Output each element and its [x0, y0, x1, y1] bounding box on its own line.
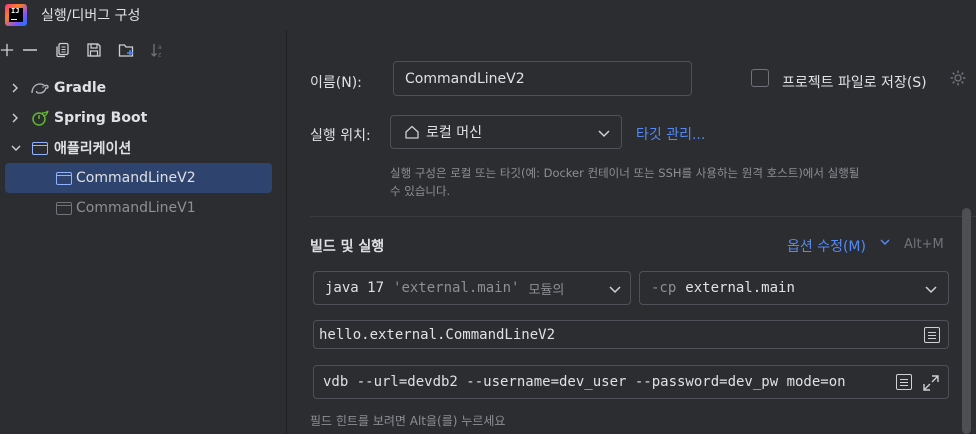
expand-icon[interactable] — [922, 374, 940, 392]
tree-item-commandlinev1[interactable]: CommandLineV1 — [5, 193, 272, 223]
intellij-logo-icon: IJ — [5, 4, 27, 26]
spring-boot-icon — [30, 109, 50, 127]
run-on-label: 실행 위치: — [310, 128, 371, 144]
gear-icon[interactable] — [949, 69, 967, 87]
configuration-editor: 이름(N): CommandLineV2 프로젝트 파일로 저장(S) 실행 위… — [288, 30, 976, 434]
jdk-module: 'external.main' — [393, 280, 520, 296]
chevron-down-icon — [597, 126, 611, 144]
remove-icon[interactable] — [14, 36, 46, 64]
build-and-run-title: 빌드 및 실행 — [310, 239, 385, 255]
classpath-dropdown[interactable]: -cp external.main — [639, 271, 949, 305]
run-on-hint-line1: 실행 구성은 로컬 또는 타깃(예: Docker 컨테이너 또는 SSH를 사… — [390, 166, 860, 180]
tree-group-label: Spring Boot — [54, 110, 148, 126]
insert-macro-icon[interactable] — [892, 374, 912, 390]
jdk-suffix: 모듈의 — [528, 282, 565, 298]
modify-options-link[interactable]: 옵션 수정(M) — [787, 236, 866, 256]
chevron-right-icon[interactable] — [10, 112, 22, 124]
sort-alpha-icon[interactable]: az — [142, 36, 174, 64]
field-hint-text: 필드 힌트를 보려면 Alt을(를) 누르세요 — [310, 414, 506, 428]
program-arguments-input[interactable]: vdb --url=devdb2 --username=dev_user --p… — [313, 365, 949, 399]
chevron-down-icon[interactable] — [879, 236, 891, 252]
store-as-project-file-checkbox[interactable] — [751, 69, 769, 87]
program-arguments-value: vdb --url=devdb2 --username=dev_user --p… — [323, 374, 846, 390]
application-config-icon — [54, 169, 74, 187]
name-input[interactable]: CommandLineV2 — [393, 61, 692, 96]
tree-group-gradle[interactable]: Gradle — [0, 73, 286, 103]
copy-icon[interactable] — [46, 36, 78, 64]
jdk-keyword: java 17 — [325, 280, 385, 296]
tree-group-application[interactable]: 애플리케이션 — [0, 133, 286, 163]
jdk-dropdown[interactable]: java 17 'external.main' 모듈의 — [313, 271, 631, 305]
vertical-scrollbar[interactable] — [962, 208, 971, 434]
name-label: 이름(N): — [310, 75, 362, 91]
browse-document-icon[interactable] — [924, 327, 940, 343]
run-on-value: 로컬 머신 — [426, 125, 482, 141]
chevron-down-icon — [924, 282, 938, 300]
tree-group-spring-boot[interactable]: Spring Boot — [0, 103, 286, 133]
tree-group-label: Gradle — [54, 80, 107, 96]
chevron-down-icon[interactable] — [10, 142, 22, 154]
application-config-icon — [54, 199, 74, 217]
svg-text:z: z — [158, 52, 161, 59]
gradle-icon — [30, 79, 50, 97]
window-title: 실행/디버그 구성 — [41, 8, 141, 24]
add-icon[interactable] — [0, 36, 14, 64]
tree-item-commandlinev2[interactable]: CommandLineV2 — [5, 163, 272, 193]
chevron-down-icon — [604, 282, 622, 300]
configurations-sidebar: az Gradle Spring Boot 애플리케이션 CommandLine… — [0, 30, 287, 434]
home-icon — [404, 124, 420, 140]
modify-options-shortcut: Alt+M — [904, 237, 944, 252]
sidebar-toolbar: az — [0, 30, 286, 70]
classpath-value: external.main — [685, 280, 795, 296]
tree-group-label: 애플리케이션 — [54, 141, 132, 157]
tree-item-label: CommandLineV1 — [76, 200, 196, 216]
store-as-project-file-label: 프로젝트 파일로 저장(S) — [782, 75, 927, 91]
section-divider — [310, 216, 976, 217]
chevron-right-icon[interactable] — [10, 82, 22, 94]
configuration-tree: Gradle Spring Boot 애플리케이션 CommandLineV2 — [0, 73, 286, 223]
main-class-input[interactable]: hello.external.CommandLineV2 — [313, 320, 949, 349]
title-bar: IJ 실행/디버그 구성 — [0, 0, 976, 30]
tree-item-label: CommandLineV2 — [76, 170, 196, 186]
save-icon[interactable] — [78, 36, 110, 64]
new-folder-icon[interactable] — [110, 36, 142, 64]
run-on-dropdown[interactable]: 로컬 머신 — [390, 115, 622, 149]
classpath-flag: -cp — [651, 280, 677, 296]
manage-targets-link[interactable]: 타깃 관리... — [636, 124, 705, 144]
run-on-hint-line2: 수 있습니다. — [390, 184, 451, 198]
svg-text:a: a — [158, 44, 162, 51]
main-class-value: hello.external.CommandLineV2 — [319, 326, 556, 343]
application-icon — [30, 139, 50, 157]
name-input-value: CommandLineV2 — [405, 70, 525, 87]
